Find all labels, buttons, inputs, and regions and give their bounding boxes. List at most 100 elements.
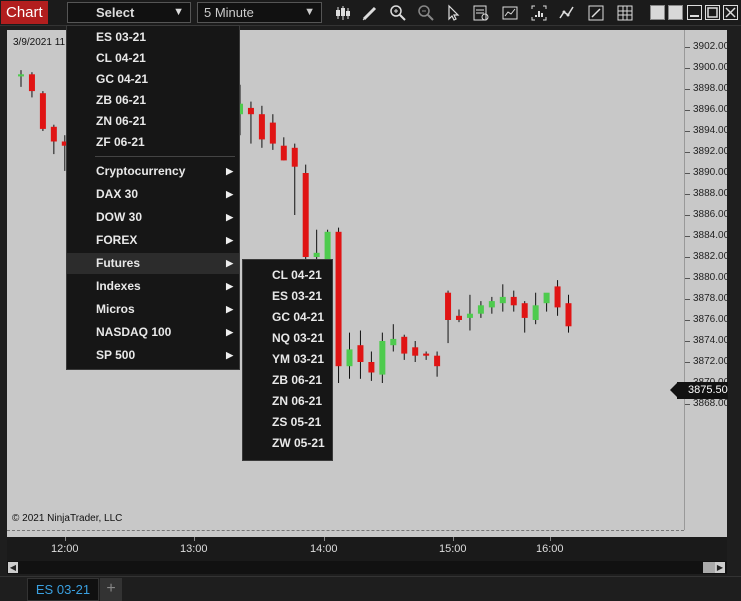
menu-item-label: Indexes [96,279,141,293]
futures-menu-item[interactable]: NQ 03-21 [243,328,332,349]
scroll-right-icon[interactable]: ▶ [715,562,725,573]
plot-bottom-border [7,530,684,531]
candle-body [379,341,386,375]
tab-bar: ES 03-21 + [0,576,741,601]
price-tick [685,68,690,69]
zoom-out-icon[interactable] [416,3,436,23]
price-tick [685,278,690,279]
menu-item-recent[interactable]: ZN 06-21 [67,111,239,132]
candle-body [456,315,462,320]
chart-style-icon[interactable] [333,3,353,23]
tile-icon[interactable] [668,5,683,20]
candle [247,101,254,144]
price-tick [685,299,690,300]
menu-item-category[interactable]: Micros ▶ [67,299,239,320]
price-label: 3880.00 [693,272,730,283]
candle-body [543,292,550,304]
price-tick [685,236,690,237]
candle-body [477,305,484,314]
last-price-marker: 3875.50 [677,382,728,399]
maximize-icon[interactable] [705,5,720,20]
scroll-thumb[interactable] [703,562,715,573]
zoom-in-icon[interactable] [388,3,408,23]
menu-item-recent[interactable]: CL 04-21 [67,48,239,69]
price-tick [685,320,690,321]
grid-icon[interactable] [615,3,635,23]
candle [346,332,353,379]
time-tick [453,537,454,541]
drawing-tool-icon[interactable] [360,3,380,23]
futures-menu-item[interactable]: GC 04-21 [243,307,332,328]
futures-menu-item[interactable]: ZW 05-21 [243,433,332,454]
price-label: 3892.00 [693,146,730,157]
menu-item-category[interactable]: Futures ▶ [67,253,239,274]
menu-item-category[interactable]: NASDAQ 100 ▶ [67,322,239,343]
menu-item-label: Futures [96,256,141,270]
price-tick [685,47,690,48]
instrument-selector[interactable]: Select ▼ [67,2,191,23]
candle-body [466,313,473,318]
minimize-icon[interactable] [687,5,702,20]
time-axis[interactable]: 12:00 13:00 14:00 15:00 16:00 [7,537,727,561]
price-tick [685,110,690,111]
futures-menu-item[interactable]: ES 03-21 [243,286,332,307]
chevron-down-icon: ▼ [304,6,315,18]
scroll-left-icon[interactable]: ◀ [8,562,18,573]
candle [445,290,452,344]
futures-menu-item[interactable]: CL 04-21 [243,265,332,286]
candle-body [510,296,517,306]
properties-icon[interactable] [586,3,606,23]
candle-body [247,107,254,115]
futures-menu-item[interactable]: ZS 05-21 [243,412,332,433]
copyright-text: © 2021 NinjaTrader, LLC [12,513,123,524]
menu-item-label: Micros [96,302,135,316]
menu-item-label: FOREX [96,233,138,247]
price-label: 3874.00 [693,335,730,346]
indicators-icon[interactable] [500,3,520,23]
chart-trader-icon[interactable] [557,3,577,23]
chevron-right-icon: ▶ [226,304,233,314]
candle [412,341,419,362]
candle-body [390,338,397,346]
menu-item-category[interactable]: DOW 30 ▶ [67,207,239,228]
chevron-right-icon: ▶ [226,212,233,222]
time-label: 13:00 [180,543,208,555]
candle-body [269,122,276,144]
price-axis[interactable]: 3902.00 3900.00 3898.00 3896.00 3894.00 3892.… [684,30,730,530]
price-tick [685,404,690,405]
menu-item-category[interactable]: DAX 30 ▶ [67,184,239,205]
futures-menu-item[interactable]: ZB 06-21 [243,370,332,391]
candle [434,351,441,377]
interval-selector[interactable]: 5 Minute ▼ [197,2,322,23]
chevron-right-icon: ▶ [226,350,233,360]
tab-es-03-21[interactable]: ES 03-21 [27,578,99,601]
candle-body [499,296,506,304]
strategies-icon[interactable] [529,3,549,23]
pointer-icon[interactable] [443,3,463,23]
menu-item-category[interactable]: FOREX ▶ [67,230,239,251]
chart-window-label: Chart [1,1,48,24]
menu-item-recent[interactable]: ES 03-21 [67,27,239,48]
restore-icon[interactable] [650,5,665,20]
menu-item-category[interactable]: SP 500 ▶ [67,345,239,366]
horizontal-scrollbar[interactable]: ◀ ▶ [7,561,727,574]
menu-item-category[interactable]: Cryptocurrency ▶ [67,161,239,182]
candle-body [346,349,353,367]
candle [510,290,517,312]
candle [18,70,24,87]
chevron-right-icon: ▶ [226,166,233,176]
date-label: 3/9/2021 11 [13,37,66,48]
add-tab-icon[interactable]: + [100,578,122,601]
menu-item-recent[interactable]: GC 04-21 [67,69,239,90]
candle [521,301,528,333]
candle-body [335,231,342,367]
futures-menu-item[interactable]: YM 03-21 [243,349,332,370]
futures-menu-item[interactable]: ZN 06-21 [243,391,332,412]
candle [269,114,276,150]
menu-item-recent[interactable]: ZF 06-21 [67,132,239,153]
menu-item-recent[interactable]: ZB 06-21 [67,90,239,111]
menu-item-category[interactable]: Indexes ▶ [67,276,239,297]
chevron-right-icon: ▶ [226,235,233,245]
data-box-icon[interactable] [471,3,491,23]
close-icon[interactable] [723,5,738,20]
